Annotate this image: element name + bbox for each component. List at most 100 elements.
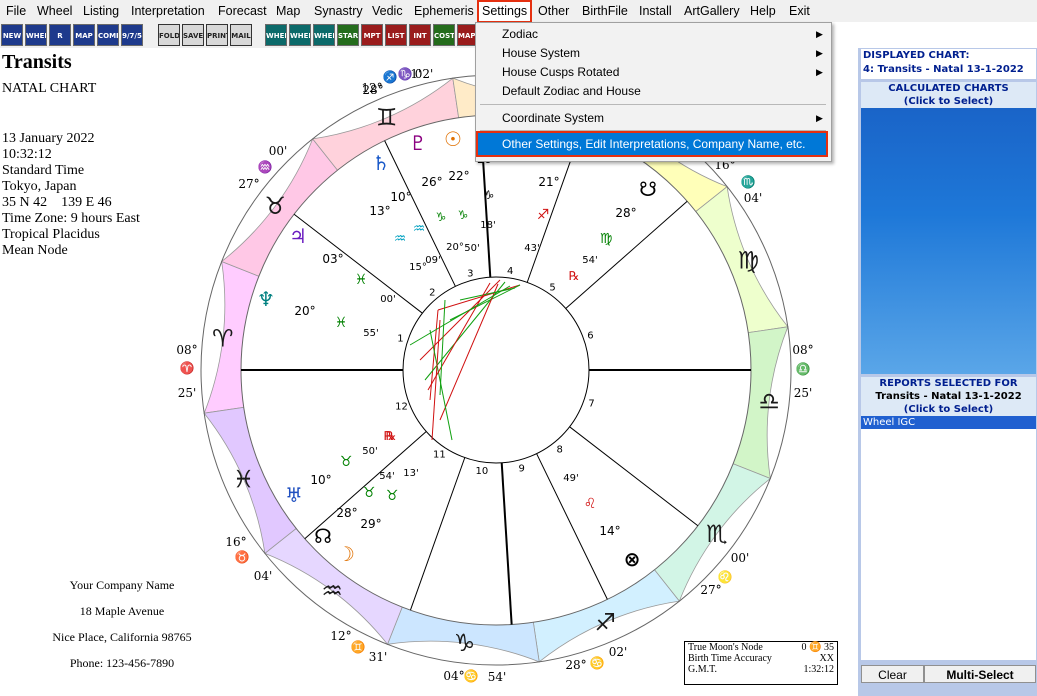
planet-label: ℞ bbox=[386, 429, 397, 443]
planet-label: 15° bbox=[409, 262, 427, 273]
cusp-degree-label: 28° bbox=[565, 658, 586, 672]
house-number: 8 bbox=[557, 444, 563, 455]
planet-label: 43' bbox=[524, 243, 539, 254]
right-panel: DISPLAYED CHART: 4: Transits - Natal 13-… bbox=[858, 48, 1037, 696]
planet-label: ♃ bbox=[289, 224, 307, 248]
house-number: 3 bbox=[467, 268, 473, 279]
cusp-degree-label: 12° bbox=[330, 629, 351, 643]
menu-item-zodiac[interactable]: Zodiac bbox=[502, 25, 538, 43]
menu-separator bbox=[480, 104, 826, 105]
planet-label: ♑ bbox=[458, 208, 469, 222]
multi-select-button[interactable]: Multi-Select bbox=[924, 665, 1036, 683]
planet-label: 18' bbox=[480, 220, 495, 231]
info-row-accuracy: Birth Time Accuracy XX bbox=[685, 653, 837, 664]
cusp-degree-label: 28° bbox=[362, 83, 383, 97]
planet-label: 29° bbox=[360, 517, 381, 531]
menu-item-other-settings[interactable]: Other Settings, Edit Interpretations, Co… bbox=[476, 131, 828, 157]
clear-button[interactable]: Clear bbox=[861, 665, 924, 683]
planet-label: 13' bbox=[403, 468, 418, 479]
submenu-arrow-icon: ▶ bbox=[816, 48, 823, 58]
house-circle bbox=[402, 276, 590, 464]
planet-label: 22° bbox=[448, 169, 469, 183]
info-label: G.M.T. bbox=[688, 664, 717, 675]
reports-click: (Click to Select) bbox=[903, 404, 994, 415]
cusp-degree-label: ♒ bbox=[258, 160, 273, 174]
menu-item-default-zodiac-house[interactable]: Default Zodiac and House bbox=[502, 82, 641, 100]
planet-label: ☽ bbox=[337, 542, 355, 566]
info-label: Birth Time Accuracy bbox=[688, 653, 772, 664]
calculated-charts-header[interactable]: CALCULATED CHARTS (Click to Select) bbox=[861, 82, 1036, 108]
cusp-degree-label: ♋ bbox=[464, 669, 479, 683]
planet-label: ♓ bbox=[355, 272, 368, 288]
reports-list[interactable]: Wheel IGC bbox=[861, 416, 1036, 660]
cusp-degree-label: ♑ bbox=[398, 67, 413, 81]
planet-label: 28° bbox=[336, 506, 357, 520]
house-number: 2 bbox=[429, 288, 435, 299]
cusp-degree-label: ♌ bbox=[718, 570, 733, 584]
house-number: 4 bbox=[507, 266, 513, 277]
house-number: 6 bbox=[587, 330, 593, 341]
planet-label: 54' bbox=[582, 255, 597, 266]
cusp-degree-label: 04' bbox=[744, 191, 763, 205]
reports-value: Transits - Natal 13-1-2022 bbox=[875, 391, 1022, 402]
calculated-charts-box[interactable]: CALCULATED CHARTS (Click to Select) bbox=[861, 82, 1036, 376]
sign-glyph: ♊ bbox=[376, 104, 398, 132]
house-number: 1 bbox=[397, 333, 403, 344]
info-value: 1:32:12 bbox=[803, 664, 834, 675]
info-row-gmt: G.M.T. 1:32:12 bbox=[685, 664, 837, 675]
house-number: 5 bbox=[549, 282, 555, 293]
info-value: XX bbox=[819, 653, 834, 664]
cusp-degree-label: 02' bbox=[609, 645, 628, 659]
sign-glyph: ♓ bbox=[233, 465, 255, 493]
house-number: 7 bbox=[588, 399, 594, 410]
cusp-degree-label: 08° bbox=[792, 343, 813, 357]
planet-label: ♉ bbox=[386, 488, 399, 504]
planet-label: 10° bbox=[390, 190, 411, 204]
planet-label: ♍ bbox=[600, 231, 613, 247]
planet-label: ℞ bbox=[569, 269, 580, 283]
cusp-degree-label: ♐ bbox=[383, 70, 398, 84]
planet-label: 55' bbox=[363, 328, 378, 339]
planet-label: 26° bbox=[421, 175, 442, 189]
house-number: 11 bbox=[433, 450, 446, 461]
planet-label: ♑ bbox=[484, 188, 495, 202]
settings-dropdown: Zodiac ▶ House System ▶ House Cusps Rota… bbox=[475, 22, 832, 162]
cusp-degree-label: 54' bbox=[488, 670, 507, 684]
planet-label: ♑ bbox=[436, 210, 447, 224]
calculated-charts-label: CALCULATED CHARTS bbox=[888, 83, 1009, 94]
planet-label: 50' bbox=[362, 446, 377, 457]
house-number: 12 bbox=[395, 402, 408, 413]
planet-label: 03° bbox=[322, 252, 343, 266]
sign-glyph: ♎ bbox=[758, 388, 780, 416]
menu-item-coordinate-system[interactable]: Coordinate System bbox=[502, 109, 604, 127]
cusp-degree-label: ♉ bbox=[235, 550, 250, 564]
planet-label: ♐ bbox=[537, 207, 550, 223]
cusp-degree-label: 04° bbox=[443, 669, 464, 683]
house-number: 9 bbox=[518, 464, 524, 475]
cusp-degree-label: 27° bbox=[700, 583, 721, 597]
reports-label: REPORTS SELECTED FOR bbox=[879, 378, 1018, 389]
menu-item-house-cusps-rotated[interactable]: House Cusps Rotated bbox=[502, 63, 619, 81]
displayed-chart-label: DISPLAYED CHART: bbox=[863, 50, 970, 61]
reports-header[interactable]: REPORTS SELECTED FOR Transits - Natal 13… bbox=[861, 377, 1036, 416]
report-item-wheel-igc[interactable]: Wheel IGC bbox=[861, 416, 1036, 429]
planet-label: 00' bbox=[380, 294, 395, 305]
sign-glyph: ♑ bbox=[454, 629, 476, 657]
menu-item-house-system[interactable]: House System bbox=[502, 44, 580, 62]
calculated-charts-click: (Click to Select) bbox=[903, 96, 994, 107]
planet-label: 14° bbox=[599, 524, 620, 538]
planet-label: ♓ bbox=[335, 315, 348, 331]
sign-glyph: ♏ bbox=[706, 520, 728, 548]
planet-label: ☉ bbox=[444, 127, 462, 151]
calculated-charts-list[interactable] bbox=[861, 108, 1036, 374]
cusp-degree-label: 31' bbox=[369, 650, 388, 664]
sign-glyph: ♍ bbox=[738, 247, 760, 275]
planet-label: ♅ bbox=[285, 483, 303, 507]
cusp-degree-label: 16° bbox=[225, 535, 246, 549]
planet-label: 54' bbox=[379, 471, 394, 482]
planet-label: 21° bbox=[538, 175, 559, 189]
planet-label: ☋ bbox=[639, 177, 657, 201]
planet-label: ♉ bbox=[363, 485, 376, 501]
planet-label: 20° bbox=[294, 304, 315, 318]
planet-label: 50' bbox=[464, 243, 479, 254]
